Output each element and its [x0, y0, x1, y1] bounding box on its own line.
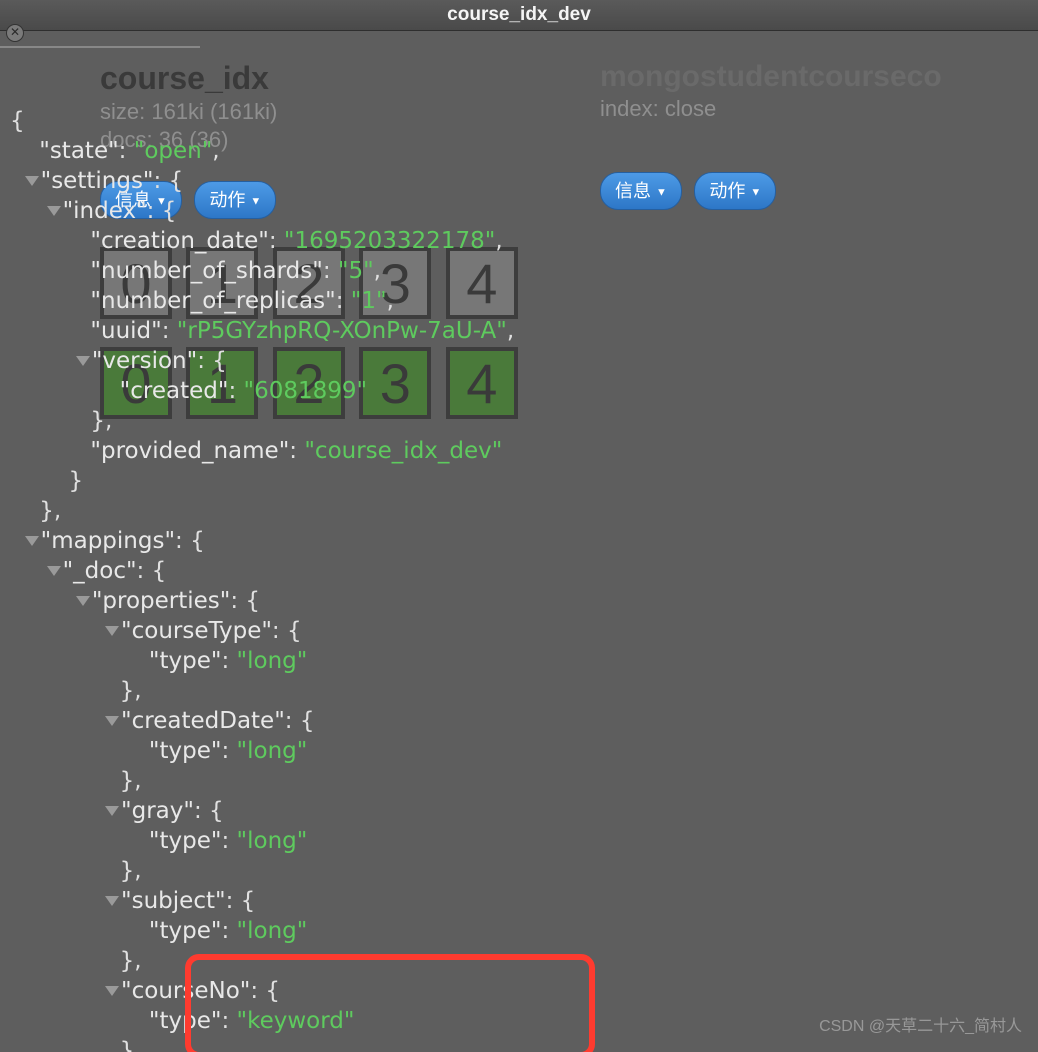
json-key: "createdDate": [121, 708, 285, 734]
json-key: "number_of_replicas": [90, 288, 335, 314]
json-value: "6081899": [244, 378, 368, 404]
toolbar-divider: [0, 46, 200, 48]
json-value: "long": [237, 828, 308, 854]
brace: {: [10, 108, 25, 134]
json-key: "properties": [92, 588, 231, 614]
close-icon[interactable]: ✕: [6, 24, 24, 42]
json-key: "state": [39, 138, 118, 164]
json-key: "settings": [41, 168, 154, 194]
collapse-icon[interactable]: [76, 596, 90, 606]
json-key: "gray": [121, 798, 194, 824]
json-key: "version": [92, 348, 197, 374]
json-key: "subject": [121, 888, 226, 914]
collapse-icon[interactable]: [76, 356, 90, 366]
json-value: "course_idx_dev": [304, 438, 502, 464]
collapse-icon[interactable]: [105, 986, 119, 996]
json-value: "long": [237, 918, 308, 944]
collapse-icon[interactable]: [105, 716, 119, 726]
json-value: "keyword": [237, 1008, 355, 1034]
collapse-icon[interactable]: [25, 536, 39, 546]
json-key: "uuid": [90, 318, 161, 344]
json-key: "type": [149, 738, 222, 764]
json-key: "courseType": [121, 618, 272, 644]
json-value: "long": [237, 648, 308, 674]
watermark: CSDN @天草二十六_简村人: [819, 1012, 1022, 1036]
json-key: "mappings": [41, 528, 175, 554]
json-key: "type": [149, 918, 222, 944]
json-value: "1": [351, 288, 387, 314]
json-value: "1695203322178": [284, 228, 495, 254]
json-value: "long": [237, 738, 308, 764]
json-value: "5": [338, 258, 374, 284]
json-key: "created": [120, 378, 229, 404]
json-key: "number_of_shards": [90, 258, 322, 284]
json-tree[interactable]: { "state": "open", "settings": { "index"…: [10, 76, 1028, 1052]
json-key: "courseNo": [121, 978, 250, 1004]
json-key: "index": [63, 198, 147, 224]
collapse-icon[interactable]: [105, 626, 119, 636]
collapse-icon[interactable]: [25, 176, 39, 186]
collapse-icon[interactable]: [47, 566, 61, 576]
json-key: "_doc": [63, 558, 137, 584]
json-key: "type": [149, 1008, 222, 1034]
json-value: "open": [134, 138, 213, 164]
json-key: "provided_name": [90, 438, 289, 464]
json-value: "rP5GYzhpRQ-XOnPw-7aU-A": [177, 318, 507, 344]
collapse-icon[interactable]: [47, 206, 61, 216]
window-titlebar: course_idx_dev: [0, 0, 1038, 31]
json-key: "type": [149, 648, 222, 674]
collapse-icon[interactable]: [105, 806, 119, 816]
collapse-icon[interactable]: [105, 896, 119, 906]
window-title: course_idx_dev: [447, 4, 591, 25]
json-key: "type": [149, 828, 222, 854]
json-key: "creation_date": [90, 228, 268, 254]
